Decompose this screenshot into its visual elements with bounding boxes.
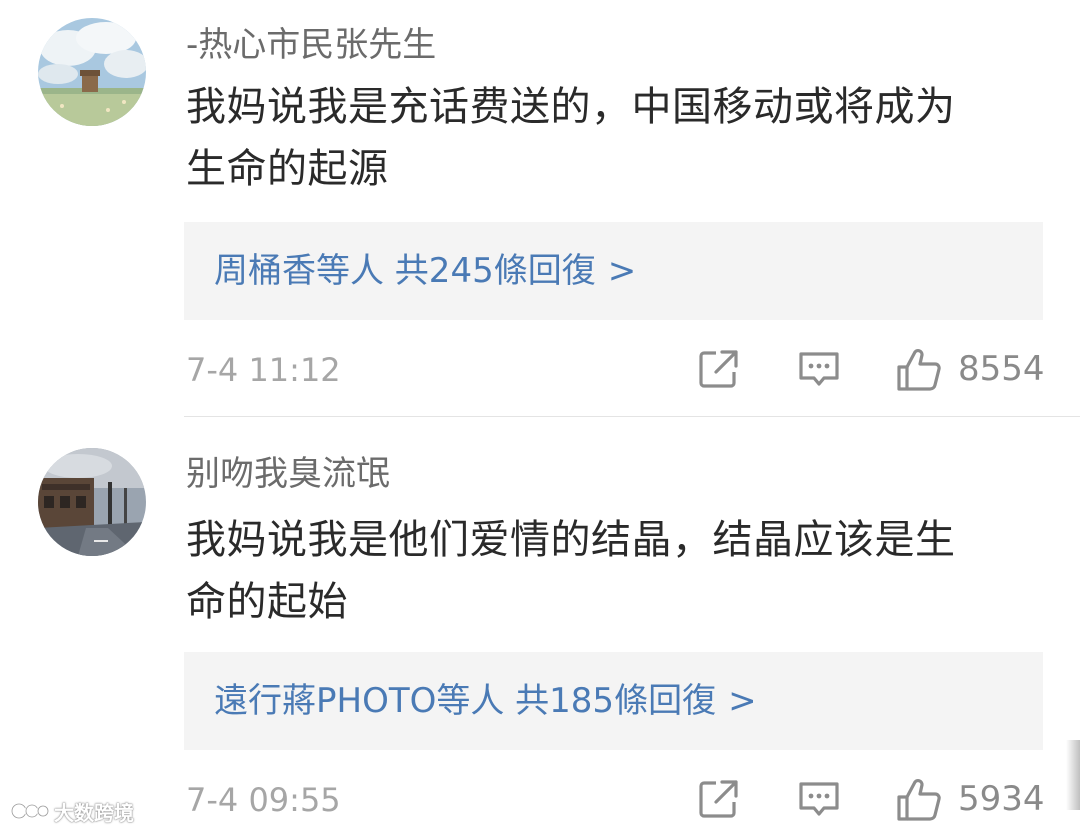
edge-shadow — [1066, 740, 1080, 810]
comment-button[interactable] — [796, 346, 842, 392]
watermark-text: 大数跨境 — [54, 800, 134, 825]
timestamp: 7-4 09:55 — [186, 781, 341, 819]
comment-text: 我妈说我是充话费送的，中国移动或将成为 生命的起源 — [186, 76, 1016, 200]
comment-footer: 7-4 11:12 8554 — [184, 346, 1045, 396]
chevron-right-icon: > — [607, 251, 637, 291]
comment-item: 别吻我臭流氓 我妈说我是他们爱情的结晶，结晶应该是生 命的起始 遠行蔣PHOTO… — [0, 417, 1080, 832]
replies-box[interactable]: 遠行蔣PHOTO等人 共185條回復 > — [184, 652, 1043, 750]
chevron-right-icon: > — [728, 681, 757, 721]
avatar[interactable] — [38, 448, 146, 556]
replies-box[interactable]: 周桶香等人 共245條回復 > — [184, 222, 1043, 320]
comment-footer: 7-4 09:55 5934 — [184, 776, 1045, 826]
share-icon — [699, 350, 738, 388]
comment-icon — [799, 352, 839, 386]
like-count: 8554 — [958, 349, 1045, 389]
share-button[interactable] — [696, 776, 742, 822]
comment-text: 我妈说我是他们爱情的结晶，结晶应该是生 命的起始 — [186, 509, 1016, 633]
share-button[interactable] — [696, 346, 742, 392]
share-icon — [699, 780, 738, 818]
watermark: 大数跨境 — [10, 797, 134, 825]
username[interactable]: 别吻我臭流氓 — [186, 457, 390, 491]
comment-text-line: 我妈说我是充话费送的，中国移动或将成为 — [186, 84, 956, 130]
timestamp: 7-4 11:12 — [186, 351, 341, 389]
comment-button[interactable] — [796, 776, 842, 822]
comment-text-line: 命的起始 — [186, 579, 348, 625]
replies-text: 遠行蔣PHOTO等人 共185條回復 — [214, 681, 717, 721]
replies-text: 周桶香等人 共245條回復 — [214, 251, 596, 291]
replies-link[interactable]: 遠行蔣PHOTO等人 共185條回復 > — [214, 681, 757, 721]
comment-text-line: 我妈说我是他们爱情的结晶，结晶应该是生 — [186, 517, 956, 563]
like-button[interactable] — [895, 776, 943, 824]
like-count: 5934 — [958, 779, 1045, 819]
comment-text-line: 生命的起源 — [186, 146, 389, 192]
comment-list: -热心市民张先生 我妈说我是充话费送的，中国移动或将成为 生命的起源 周桶香等人… — [0, 0, 1080, 832]
thumbs-up-icon — [897, 779, 941, 821]
avatar[interactable] — [38, 18, 146, 126]
like-button[interactable] — [895, 346, 943, 394]
avatar-image-street — [38, 448, 146, 556]
avatar-image-landscape — [38, 18, 146, 126]
thumbs-up-icon — [897, 349, 941, 391]
username[interactable]: -热心市民张先生 — [186, 28, 436, 62]
comment-icon — [799, 782, 839, 816]
replies-link[interactable]: 周桶香等人 共245條回復 > — [214, 251, 636, 291]
watermark-logo-icon — [10, 802, 50, 820]
comment-item: -热心市民张先生 我妈说我是充话费送的，中国移动或将成为 生命的起源 周桶香等人… — [0, 0, 1080, 416]
